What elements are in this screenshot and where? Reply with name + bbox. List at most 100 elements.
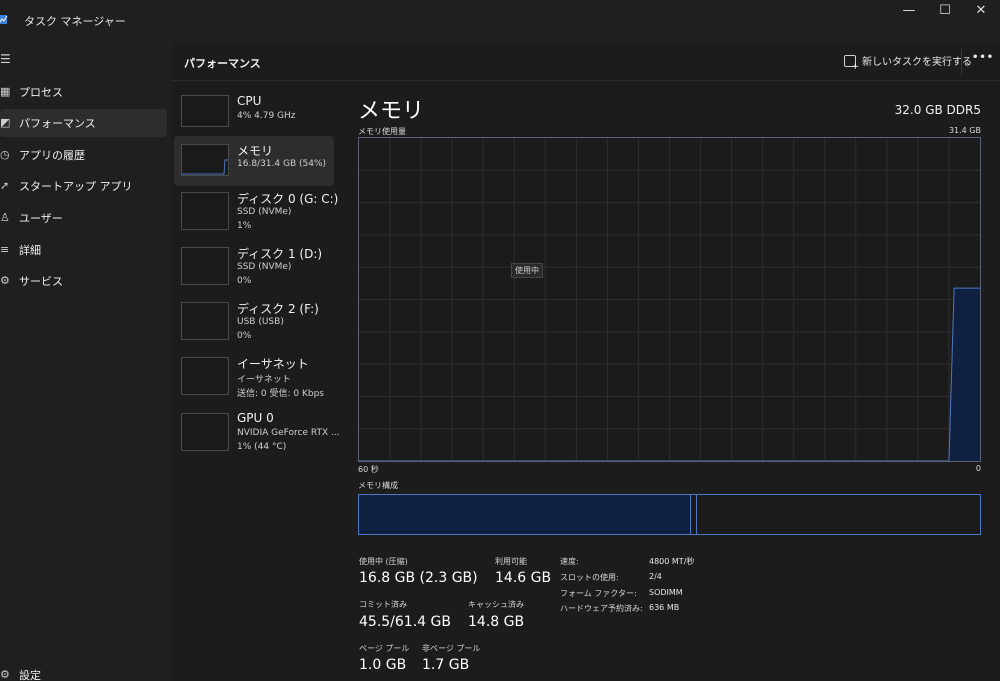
page-title: パフォーマンス [184,57,261,70]
perf-item-name: ディスク 0 (G: C:) [237,192,339,206]
startup-icon: ➚ [0,179,10,192]
perf-item-detail: 16.8/31.4 GB (54%) [237,159,327,169]
perf-item-detail: 0% [237,276,252,286]
perf-item-ethernet[interactable]: イーサネット イーサネット 送信: 0 受信: 0 Kbps [174,352,334,402]
perf-item-detail: 0% [237,331,252,341]
nav-item-label: パフォーマンス [19,117,96,130]
perf-item-name: ディスク 1 (D:) [237,247,323,261]
nav-item-settings[interactable]: ⚙ 設定 [0,661,167,681]
in-use-label: 使用中 (圧縮) [359,557,408,566]
perf-item-disk-2[interactable]: ディスク 2 (F:) USB (USB) 0% [174,297,334,347]
graph-label: メモリ使用量 [358,127,406,136]
graph-max-label: 31.4 GB [948,126,981,135]
hamburger-menu-button[interactable]: ☰ [0,52,12,68]
header-separator [172,80,1000,81]
run-new-task-button[interactable]: 新しいタスクを実行する [844,53,972,72]
hardware-reserved-key: ハードウェア予約済み: [560,604,643,613]
nav-item-processes[interactable]: ▦ プロセス [0,78,167,106]
nav-item-label: アプリの履歴 [19,149,85,162]
slots-used-value: 2/4 [649,572,662,581]
memory-spec: 32.0 GB DDR5 [894,103,981,117]
memory-usage-graph: 使用中 [358,137,981,462]
nav-item-label: ユーザー [19,212,63,225]
speed-value: 4800 MT/秒 [649,557,695,566]
services-icon: ⚙ [0,274,10,287]
committed-value: 45.5/61.4 GB [359,614,451,630]
cpu-mini-graph [181,95,229,127]
window-title: タスク マネージャー [24,15,126,28]
more-icon: ••• [972,52,995,63]
minimize-icon: — [902,3,916,18]
task-manager-app-icon [0,15,8,24]
disk-0-mini-graph [181,192,229,230]
nav-item-startup-apps[interactable]: ➚ スタートアップ アプリ [0,172,167,200]
perf-item-detail: イーサネット [237,375,291,385]
processes-icon: ▦ [0,85,11,98]
run-task-icon [844,54,859,72]
perf-item-detail: 送信: 0 受信: 0 Kbps [237,389,324,399]
nav-item-label: 詳細 [19,244,41,257]
maximize-icon: ☐ [939,3,951,18]
perf-item-name: イーサネット [237,357,309,371]
perf-item-gpu-0[interactable]: GPU 0 NVIDIA GeForce RTX ... 1% (44 °C) [174,408,340,458]
maximize-button[interactable]: ☐ [927,0,963,24]
perf-item-disk-0[interactable]: ディスク 0 (G: C:) SSD (NVMe) 1% [174,187,338,237]
close-button[interactable]: ✕ [963,0,999,24]
in-use-value: 16.8 GB (2.3 GB) [359,570,478,586]
nav-item-label: スタートアップ アプリ [19,180,133,193]
paged-pool-value: 1.0 GB [359,657,407,673]
memory-mini-graph [181,144,229,176]
main-panel: パフォーマンス 新しいタスクを実行する ••• CPU 4% 4.79 GHz … [172,42,1000,681]
available-label: 利用可能 [495,557,527,566]
composition-label: メモリ構成 [358,481,398,490]
time-left-label: 60 秒 [358,465,379,474]
performance-icon: ◩ [0,116,11,129]
non-paged-pool-value: 1.7 GB [422,657,470,673]
slots-used-key: スロットの使用: [560,573,619,582]
perf-item-name: メモリ [237,144,274,158]
form-factor-key: フォーム ファクター: [560,589,637,598]
header-divider [961,49,962,75]
perf-item-detail: 1% (44 °C) [237,442,287,452]
nav-item-details[interactable]: ≡ 詳細 [0,236,167,264]
perf-item-disk-1[interactable]: ディスク 1 (D:) SSD (NVMe) 0% [174,242,334,292]
perf-item-detail: USB (USB) [237,317,284,327]
perf-item-detail: SSD (NVMe) [237,207,292,217]
detail-title: メモリ [358,99,425,124]
gpu-0-mini-graph [181,413,229,451]
ethernet-mini-graph [181,357,229,395]
non-paged-pool-label: 非ページ プール [422,644,481,653]
hardware-reserved-value: 636 MB [649,603,680,612]
perf-item-name: GPU 0 [237,411,274,425]
perf-item-memory[interactable]: メモリ 16.8/31.4 GB (54%) [174,136,334,186]
disk-2-mini-graph [181,302,229,340]
cached-value: 14.8 GB [468,614,525,630]
run-new-task-label: 新しいタスクを実行する [862,57,972,68]
memory-mini-graph-line [182,159,228,175]
speed-key: 速度: [560,557,579,566]
nav-item-performance[interactable]: ◩ パフォーマンス [0,109,167,137]
perf-item-detail: 4% 4.79 GHz [237,111,296,121]
more-options-button[interactable]: ••• [972,48,995,70]
app-history-icon: ◷ [0,148,10,161]
minimize-button[interactable]: — [891,0,927,24]
perf-item-name: ディスク 2 (F:) [237,302,319,316]
time-right-label: 0 [975,464,981,473]
memory-usage-chart [359,138,980,461]
nav-item-services[interactable]: ⚙ サービス [0,267,167,295]
task-manager-window: タスク マネージャー — ☐ ✕ ☰ ▦ プロセス ◩ パフォーマンス ◷ アプ… [0,0,1000,681]
perf-item-cpu[interactable]: CPU 4% 4.79 GHz [174,90,334,140]
disk-1-mini-graph [181,247,229,285]
navigation-pane: ☰ ▦ プロセス ◩ パフォーマンス ◷ アプリの履歴 ➚ スタートアップ アプ… [0,42,172,681]
nav-item-app-history[interactable]: ◷ アプリの履歴 [0,141,167,169]
perf-item-name: CPU [237,94,262,108]
memory-composition-bar [358,494,981,535]
perf-item-detail: 1% [237,221,252,231]
in-use-tag: 使用中 [511,263,543,278]
available-value: 14.6 GB [495,570,552,586]
paged-pool-label: ページ プール [359,644,410,653]
perf-item-detail: NVIDIA GeForce RTX ... [237,428,340,438]
nav-item-label: 設定 [19,669,41,681]
nav-item-users[interactable]: ♙ ユーザー [0,204,167,232]
nav-item-label: サービス [19,275,63,288]
